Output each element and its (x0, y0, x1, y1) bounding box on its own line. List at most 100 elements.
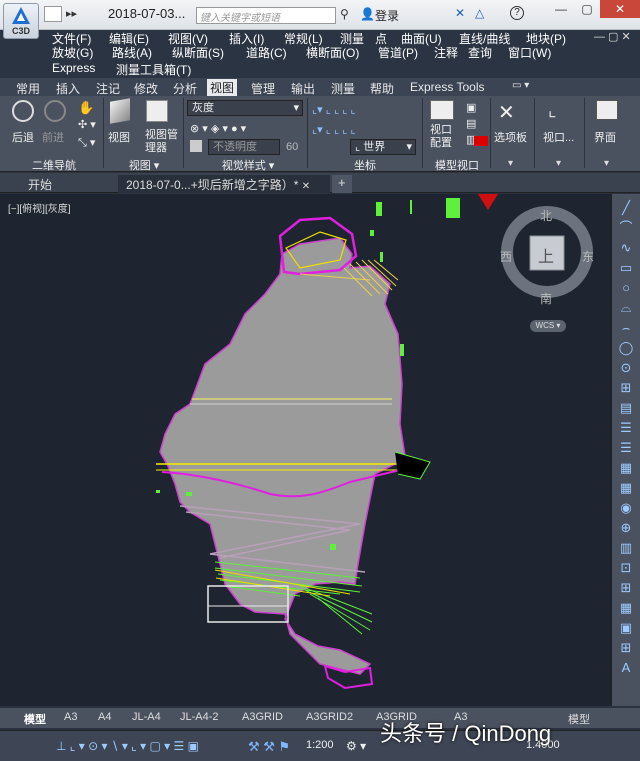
viewcube-south[interactable]: 南 (540, 290, 552, 307)
tools-icon[interactable]: ✕ (498, 100, 515, 125)
panel-expander[interactable]: ▾ (604, 158, 609, 169)
help-icon[interactable]: ? (510, 6, 524, 20)
ucs-icons[interactable]: ⌞▾ ⌞ ⌞ ⌞ ⌞ ⌞▾ ⌞ ⌞ ⌞ ⌞ (312, 100, 356, 140)
tab-annotate[interactable]: 注记 (96, 80, 120, 97)
annotation-icons[interactable]: ⚒ ⚒ ⚑ (248, 739, 290, 755)
layout-tab-a3grid[interactable]: A3GRID (242, 711, 283, 723)
visual-style-value: 灰度 (192, 102, 214, 114)
annotation-scale[interactable]: 1:200 (306, 739, 334, 751)
watermark: 头条号 / QinDong (380, 721, 552, 746)
menu-inquiry[interactable]: 查询 (468, 44, 492, 61)
drawing-svg (156, 194, 593, 690)
layout-tab-a3[interactable]: A3 (64, 711, 77, 723)
workspace-icon[interactable]: ⚙ ▾ (346, 739, 366, 753)
binoculars-icon[interactable]: ⚲ (340, 7, 349, 21)
tab-current-drawing[interactable]: 2018-07-0...+坝后新增之字路）* ✕ (118, 175, 330, 193)
app-logo[interactable]: C3D (3, 3, 39, 39)
menu-window-controls[interactable]: — ▢ ✕ (594, 30, 631, 43)
quick-access-new-icon[interactable] (44, 6, 62, 22)
viewcube-top[interactable]: 上 (538, 243, 554, 267)
menu-annotate[interactable]: 注释 (434, 44, 458, 61)
layout-tab-jl-a4-2[interactable]: JL-A4-2 (180, 711, 219, 723)
status-model-label[interactable]: 模型 (568, 711, 590, 727)
menu-section[interactable]: 横断面(O) (306, 44, 359, 61)
menu-survey-toolbox[interactable]: 测量工具箱(T) (116, 61, 191, 78)
back-label[interactable]: 后退 (12, 129, 34, 145)
panel-view: 视图 ▾ (128, 160, 160, 172)
tab-survey[interactable]: 测量 (331, 80, 355, 97)
document-title: 2018-07-03... (108, 6, 186, 21)
pan-icon[interactable]: ✋ (78, 100, 94, 116)
ribbon-minimize-icon[interactable]: ▭ ▾ (512, 80, 529, 91)
menu-express[interactable]: Express (52, 61, 95, 75)
tab-modify[interactable]: 修改 (134, 80, 158, 97)
login-button[interactable]: 登录 (375, 7, 399, 24)
menu-corridor[interactable]: 道路(C) (246, 44, 287, 61)
interface-icon[interactable] (596, 100, 618, 120)
interface-button[interactable]: 界面 (594, 129, 616, 145)
viewcube-north[interactable]: 北 (540, 207, 552, 224)
viewport-icon[interactable]: ⌞ (548, 100, 556, 121)
quick-access-more-icon[interactable]: ▸▸ (66, 7, 77, 20)
view-button[interactable]: 视图 (108, 129, 130, 145)
close-button[interactable]: ✕ (600, 0, 640, 18)
minimize-button[interactable]: — (548, 0, 574, 18)
wcs-menu[interactable]: WCS ▾ (530, 320, 566, 332)
viewport-button[interactable]: 视口... (543, 129, 574, 145)
search-input[interactable]: 键入关键字或短语 (196, 7, 336, 24)
title-bar: ▸▸ 2018-07-03... 键入关键字或短语 ⚲ 👤 登录 ✕ △ ? —… (0, 0, 640, 30)
view-manager-button[interactable]: 视图管理器 (145, 129, 179, 155)
north-arrow (478, 194, 498, 210)
viewport-config-icon[interactable] (430, 100, 454, 120)
terrain-outline (159, 237, 406, 675)
visual-style-icons[interactable]: ⊗ ▾ ◈ ▾ ● ▾ (190, 122, 246, 135)
menu-pipe[interactable]: 管道(P) (378, 44, 418, 61)
maximize-button[interactable]: ▢ (574, 0, 600, 18)
tab-express-tools[interactable]: Express Tools (410, 80, 484, 94)
view-cube-icon[interactable] (110, 98, 130, 124)
forward-icon[interactable] (44, 100, 66, 122)
opacity-value[interactable]: 60 (286, 141, 298, 153)
viewport-controls-label[interactable]: [−][俯视][灰度] (8, 200, 71, 215)
tab-analyze[interactable]: 分析 (173, 80, 197, 97)
back-icon[interactable] (12, 100, 34, 122)
tab-start[interactable]: 开始 (20, 175, 60, 193)
layout-tab-model[interactable]: 模型 (24, 711, 46, 727)
drawing-canvas[interactable] (0, 194, 611, 706)
tab-manage[interactable]: 管理 (251, 80, 275, 97)
tab-output[interactable]: 输出 (291, 80, 315, 97)
tab-help[interactable]: 帮助 (370, 80, 394, 97)
menu-window[interactable]: 窗口(W) (508, 44, 551, 61)
menu-grading[interactable]: 放坡(G) (52, 44, 93, 61)
viewcube-east[interactable]: 东 (582, 248, 594, 265)
view-manager-icon[interactable] (146, 100, 168, 122)
palettes-button[interactable]: 选项板 (494, 129, 527, 145)
layout-tab-jl-a4[interactable]: JL-A4 (132, 711, 161, 723)
panel-expander[interactable]: ▾ (556, 158, 561, 169)
status-tool-icons[interactable]: ⊥ ⌞ ▾ ⊙ ▾ ∖ ▾ ⌞ ▾ ▢ ▾ ☰ ▣ (56, 739, 199, 753)
ucs-dropdown[interactable]: ⌞ 世界 ▾ (350, 139, 416, 155)
exchange-icon[interactable]: ✕ (455, 6, 465, 20)
viewcube-west[interactable]: 西 (500, 248, 512, 265)
logo-text: C3D (11, 26, 30, 36)
panel-expander[interactable]: ▾ (508, 158, 513, 169)
tab-view[interactable]: 视图 (207, 79, 238, 96)
a360-icon[interactable]: △ (475, 6, 484, 20)
tab-home[interactable]: 常用 (16, 80, 40, 97)
tab-close-icon[interactable]: ✕ (302, 181, 310, 192)
opacity-input[interactable]: 不透明度 (208, 139, 280, 155)
forward-label[interactable]: 前进 (42, 129, 64, 145)
orbit-icon[interactable]: ✣ ▾ (78, 118, 96, 131)
layout-tab-a3grid2[interactable]: A3GRID2 (306, 711, 353, 723)
ribbon-separator (422, 98, 423, 168)
zoom-icon[interactable]: ⤡ ▾ (78, 136, 95, 150)
new-tab-button[interactable]: + (332, 175, 352, 193)
viewport-config-button[interactable]: 视口配置 (430, 124, 460, 150)
opacity-icon (190, 140, 202, 152)
tab-insert[interactable]: 插入 (56, 80, 80, 97)
visual-style-dropdown[interactable]: 灰度 ▾ (187, 100, 303, 116)
menu-profile[interactable]: 纵断面(S) (172, 44, 224, 61)
draw-tools-icons[interactable]: ╱ ⌒ ∿ ▭ ○ ⌓ ⌢ ◯ ⊙ ⊞ ▤ ☰ ☰ ▦ ▦ ◉ ⊕ ▥ ⊡ ⊞ ▦ ▣ ⊞ A (617, 198, 635, 678)
menu-alignment[interactable]: 路线(A) (112, 44, 152, 61)
layout-tab-a4[interactable]: A4 (98, 711, 111, 723)
